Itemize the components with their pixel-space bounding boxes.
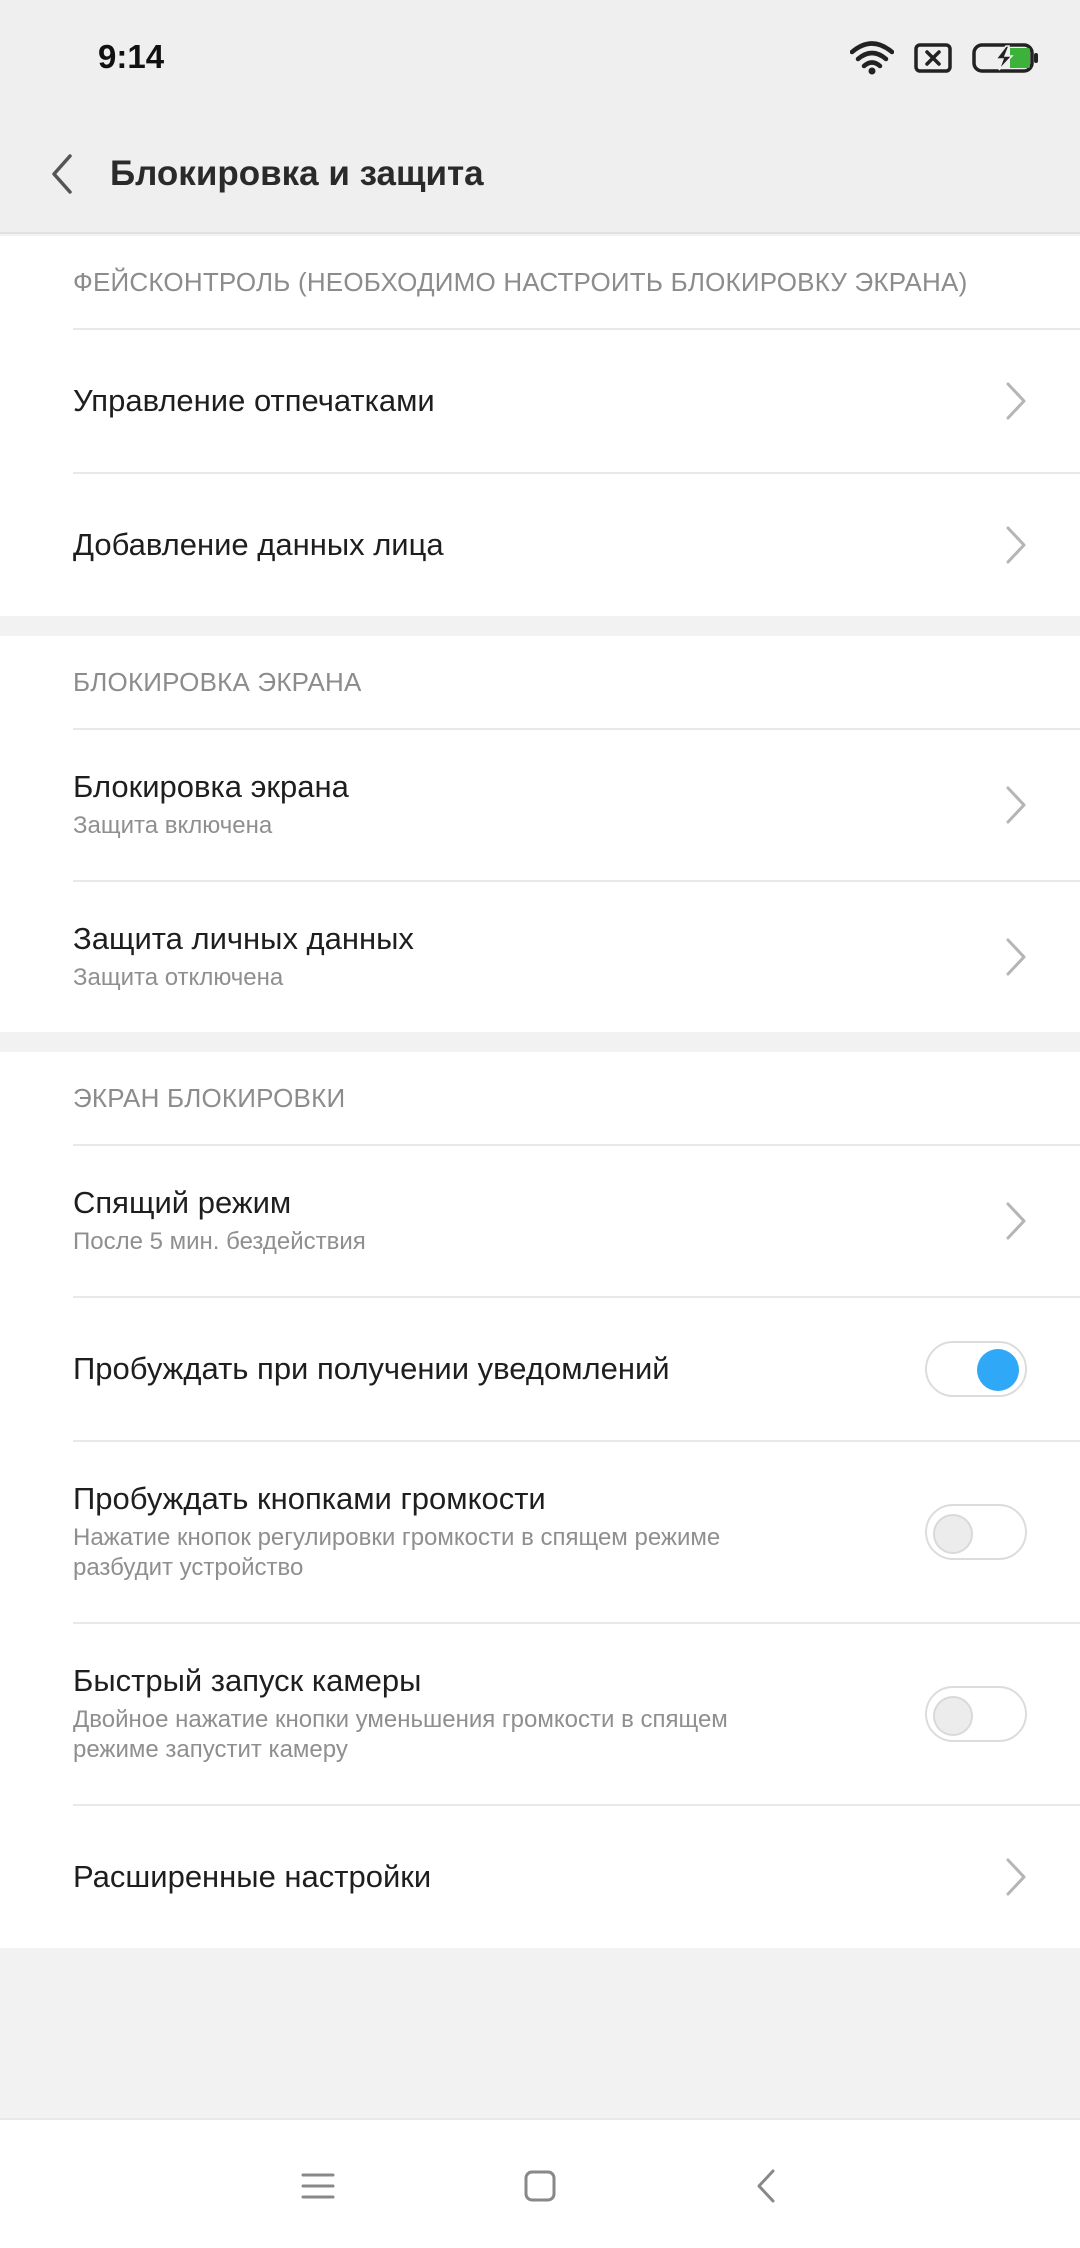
list-item-wake-volume: Пробуждать кнопками громкости Нажатие кн… bbox=[73, 1440, 1080, 1622]
chevron-right-icon bbox=[1006, 382, 1026, 420]
item-title: Пробуждать кнопками громкости bbox=[73, 1481, 546, 1516]
toggle-wake-notifications[interactable] bbox=[925, 1341, 1027, 1397]
status-bar: 9:14 bbox=[0, 0, 1080, 116]
toggle-knob bbox=[933, 1696, 973, 1736]
list-item-quick-camera: Быстрый запуск камеры Двойное нажатие кн… bbox=[73, 1622, 1080, 1804]
chevron-right-icon bbox=[1006, 938, 1026, 976]
item-title: Быстрый запуск камеры bbox=[73, 1663, 422, 1698]
chevron-right-icon bbox=[1006, 526, 1026, 564]
back-triangle-icon bbox=[757, 2169, 775, 2203]
toggle-wake-volume[interactable] bbox=[925, 1504, 1027, 1560]
status-time: 9:14 bbox=[98, 38, 165, 75]
item-title: Добавление данных лица bbox=[73, 527, 444, 562]
menu-icon bbox=[301, 2173, 335, 2199]
item-title: Спящий режим bbox=[73, 1185, 292, 1220]
list-item-face-data[interactable]: Добавление данных лица bbox=[73, 472, 1080, 616]
item-subtitle: Нажатие кнопок регулировки громкости в с… bbox=[73, 1524, 721, 1581]
list-item-privacy[interactable]: Защита личных данных Защита отключена bbox=[73, 880, 1080, 1032]
nav-back-button[interactable] bbox=[736, 2156, 796, 2216]
toggle-knob bbox=[933, 1514, 973, 1554]
item-subtitle: Двойное нажатие кнопки уменьшения громко… bbox=[73, 1706, 728, 1763]
item-title: Блокировка экрана bbox=[73, 769, 349, 804]
menu-button[interactable] bbox=[288, 2156, 348, 2216]
item-subtitle: Защита включена bbox=[73, 812, 273, 839]
toggle-quick-camera[interactable] bbox=[925, 1686, 1027, 1742]
wifi-icon bbox=[850, 41, 894, 75]
toggle-knob bbox=[977, 1349, 1019, 1391]
section-header: ЭКРАН БЛОКИРОВКИ bbox=[73, 1082, 346, 1113]
chevron-right-icon bbox=[1006, 1202, 1026, 1240]
list-item-screen-lock[interactable]: Блокировка экрана Защита включена bbox=[73, 728, 1080, 880]
home-square-icon bbox=[524, 2170, 556, 2202]
page-title: Блокировка и защита bbox=[110, 154, 484, 193]
list-item-sleep[interactable]: Спящий режим После 5 мин. бездействия bbox=[73, 1144, 1080, 1296]
no-sim-icon bbox=[914, 43, 952, 73]
list-item-fingerprints[interactable]: Управление отпечатками bbox=[73, 328, 1080, 472]
section-header: БЛОКИРОВКА ЭКРАНА bbox=[73, 666, 362, 697]
section-header: ФЕЙСКОНТРОЛЬ (НЕОБХОДИМО НАСТРОИТЬ БЛОКИ… bbox=[73, 266, 968, 297]
app-header: Блокировка и защита bbox=[0, 116, 1080, 234]
item-subtitle: Защита отключена bbox=[73, 964, 284, 991]
section-screen-lock: БЛОКИРОВКА ЭКРАНА Блокировка экрана Защи… bbox=[0, 636, 1080, 1032]
status-icons bbox=[850, 38, 1040, 78]
list-item-advanced-settings[interactable]: Расширенные настройки bbox=[73, 1804, 1080, 1948]
item-subtitle: После 5 мин. бездействия bbox=[73, 1228, 366, 1255]
item-title: Расширенные настройки bbox=[73, 1859, 432, 1894]
chevron-right-icon bbox=[1006, 786, 1026, 824]
section-face-unlock: ФЕЙСКОНТРОЛЬ (НЕОБХОДИМО НАСТРОИТЬ БЛОКИ… bbox=[0, 236, 1080, 616]
screen: 9:14 Блокировка и защита ФЕЙСКОНТРОЛЬ (Н… bbox=[0, 0, 1080, 2248]
battery-charging-icon bbox=[972, 43, 1038, 73]
back-button[interactable] bbox=[34, 146, 90, 202]
chevron-left-icon bbox=[52, 154, 72, 194]
item-title: Защита личных данных bbox=[73, 921, 414, 956]
home-button[interactable] bbox=[510, 2156, 570, 2216]
section-lock-screen: ЭКРАН БЛОКИРОВКИ Спящий режим После 5 ми… bbox=[0, 1052, 1080, 1948]
navigation-bar bbox=[0, 2118, 1080, 2248]
item-title: Управление отпечатками bbox=[73, 383, 435, 418]
list-item-wake-notifications: Пробуждать при получении уведомлений bbox=[73, 1296, 1080, 1440]
chevron-right-icon bbox=[1006, 1858, 1026, 1896]
